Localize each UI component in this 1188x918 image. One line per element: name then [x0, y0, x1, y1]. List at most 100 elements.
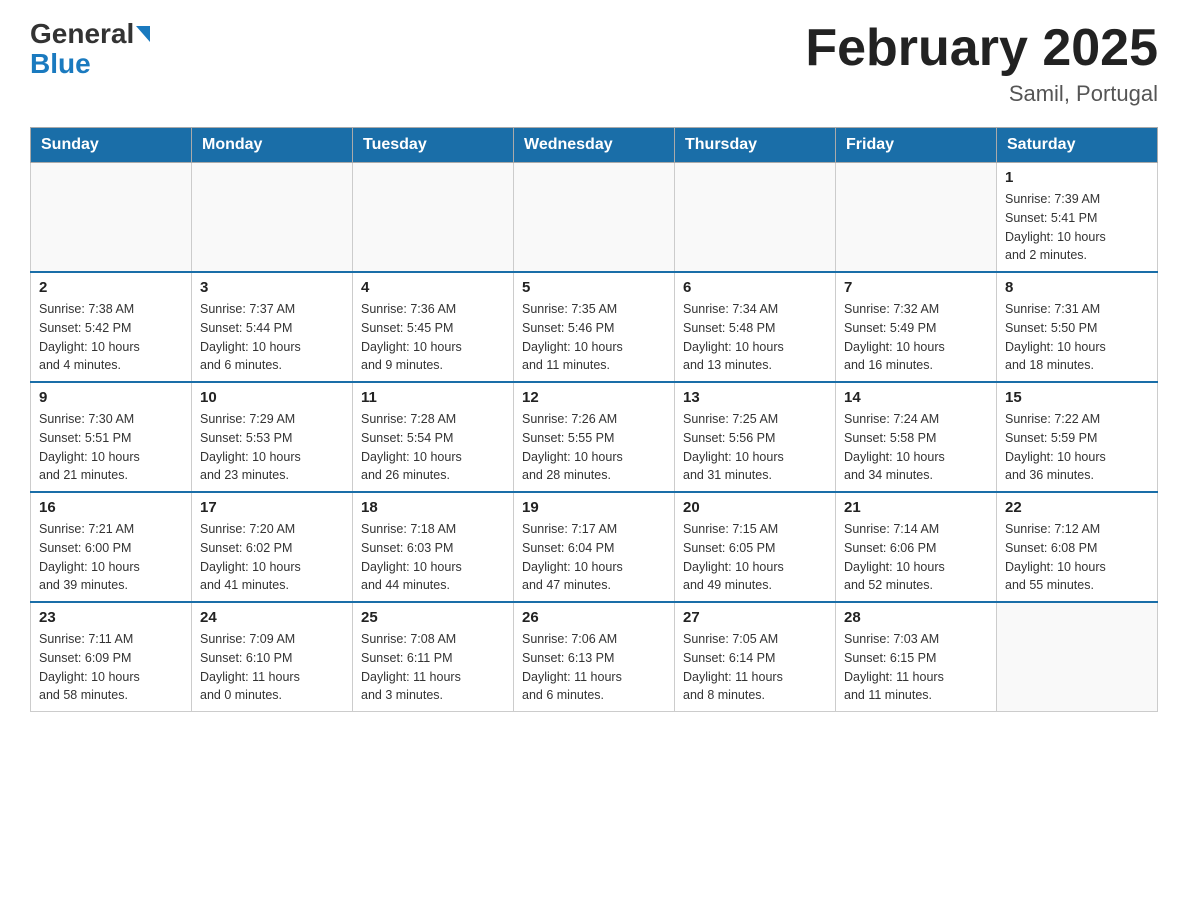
- title-block: February 2025 Samil, Portugal: [805, 20, 1158, 107]
- day-number: 26: [522, 609, 666, 626]
- day-info: Sunrise: 7:14 AMSunset: 6:06 PMDaylight:…: [844, 520, 988, 595]
- table-row: 24 Sunrise: 7:09 AMSunset: 6:10 PMDayligh…: [192, 602, 353, 712]
- calendar-week-2: 2 Sunrise: 7:38 AMSunset: 5:42 PMDaylight…: [31, 272, 1158, 382]
- table-row: 17 Sunrise: 7:20 AMSunset: 6:02 PMDayligh…: [192, 492, 353, 602]
- day-info: Sunrise: 7:34 AMSunset: 5:48 PMDaylight:…: [683, 300, 827, 375]
- day-info: Sunrise: 7:20 AMSunset: 6:02 PMDaylight:…: [200, 520, 344, 595]
- day-number: 4: [361, 279, 505, 296]
- table-row: [675, 163, 836, 273]
- table-row: 20 Sunrise: 7:15 AMSunset: 6:05 PMDayligh…: [675, 492, 836, 602]
- day-number: 12: [522, 389, 666, 406]
- table-row: 9 Sunrise: 7:30 AMSunset: 5:51 PMDaylight…: [31, 382, 192, 492]
- day-info: Sunrise: 7:37 AMSunset: 5:44 PMDaylight:…: [200, 300, 344, 375]
- day-info: Sunrise: 7:30 AMSunset: 5:51 PMDaylight:…: [39, 410, 183, 485]
- day-number: 5: [522, 279, 666, 296]
- day-number: 8: [1005, 279, 1149, 296]
- table-row: 5 Sunrise: 7:35 AMSunset: 5:46 PMDaylight…: [514, 272, 675, 382]
- table-row: 21 Sunrise: 7:14 AMSunset: 6:06 PMDayligh…: [836, 492, 997, 602]
- calendar-week-3: 9 Sunrise: 7:30 AMSunset: 5:51 PMDaylight…: [31, 382, 1158, 492]
- day-number: 17: [200, 499, 344, 516]
- day-number: 20: [683, 499, 827, 516]
- table-row: [997, 602, 1158, 712]
- calendar-header-row: Sunday Monday Tuesday Wednesday Thursday…: [31, 128, 1158, 163]
- table-row: 18 Sunrise: 7:18 AMSunset: 6:03 PMDayligh…: [353, 492, 514, 602]
- table-row: 22 Sunrise: 7:12 AMSunset: 6:08 PMDayligh…: [997, 492, 1158, 602]
- day-info: Sunrise: 7:17 AMSunset: 6:04 PMDaylight:…: [522, 520, 666, 595]
- day-number: 15: [1005, 389, 1149, 406]
- day-info: Sunrise: 7:38 AMSunset: 5:42 PMDaylight:…: [39, 300, 183, 375]
- day-number: 6: [683, 279, 827, 296]
- day-info: Sunrise: 7:05 AMSunset: 6:14 PMDaylight:…: [683, 630, 827, 705]
- day-info: Sunrise: 7:31 AMSunset: 5:50 PMDaylight:…: [1005, 300, 1149, 375]
- day-number: 22: [1005, 499, 1149, 516]
- table-row: 14Sunrise: 7:24 AMSunset: 5:58 PMDayligh…: [836, 382, 997, 492]
- table-row: 12 Sunrise: 7:26 AMSunset: 5:55 PMDayligh…: [514, 382, 675, 492]
- header-wednesday: Wednesday: [514, 128, 675, 163]
- day-number: 9: [39, 389, 183, 406]
- page-subtitle: Samil, Portugal: [805, 81, 1158, 107]
- day-info: Sunrise: 7:25 AMSunset: 5:56 PMDaylight:…: [683, 410, 827, 485]
- day-number: 11: [361, 389, 505, 406]
- calendar-week-4: 16 Sunrise: 7:21 AMSunset: 6:00 PMDayligh…: [31, 492, 1158, 602]
- table-row: 27 Sunrise: 7:05 AMSunset: 6:14 PMDayligh…: [675, 602, 836, 712]
- page-header: General Blue February 2025 Samil, Portug…: [30, 20, 1158, 107]
- day-info: Sunrise: 7:03 AMSunset: 6:15 PMDaylight:…: [844, 630, 988, 705]
- table-row: 10 Sunrise: 7:29 AMSunset: 5:53 PMDayligh…: [192, 382, 353, 492]
- day-number: 16: [39, 499, 183, 516]
- calendar-week-5: 23Sunrise: 7:11 AMSunset: 6:09 PMDayligh…: [31, 602, 1158, 712]
- table-row: 8 Sunrise: 7:31 AMSunset: 5:50 PMDaylight…: [997, 272, 1158, 382]
- day-number: 3: [200, 279, 344, 296]
- table-row: [353, 163, 514, 273]
- table-row: 2 Sunrise: 7:38 AMSunset: 5:42 PMDaylight…: [31, 272, 192, 382]
- day-number: 2: [39, 279, 183, 296]
- day-number: 27: [683, 609, 827, 626]
- day-info: Sunrise: 7:28 AMSunset: 5:54 PMDaylight:…: [361, 410, 505, 485]
- table-row: 16 Sunrise: 7:21 AMSunset: 6:00 PMDayligh…: [31, 492, 192, 602]
- table-row: [31, 163, 192, 273]
- day-info: Sunrise: 7:29 AMSunset: 5:53 PMDaylight:…: [200, 410, 344, 485]
- table-row: 23Sunrise: 7:11 AMSunset: 6:09 PMDayligh…: [31, 602, 192, 712]
- day-info: Sunrise: 7:08 AMSunset: 6:11 PMDaylight:…: [361, 630, 505, 705]
- table-row: 3 Sunrise: 7:37 AMSunset: 5:44 PMDaylight…: [192, 272, 353, 382]
- day-number: 19: [522, 499, 666, 516]
- day-info: Sunrise: 7:15 AMSunset: 6:05 PMDaylight:…: [683, 520, 827, 595]
- day-info: Sunrise: 7:18 AMSunset: 6:03 PMDaylight:…: [361, 520, 505, 595]
- table-row: 26 Sunrise: 7:06 AMSunset: 6:13 PMDayligh…: [514, 602, 675, 712]
- day-number: 10: [200, 389, 344, 406]
- table-row: [836, 163, 997, 273]
- logo-part1: General: [30, 20, 134, 48]
- table-row: 7Sunrise: 7:32 AMSunset: 5:49 PMDaylight…: [836, 272, 997, 382]
- day-number: 18: [361, 499, 505, 516]
- table-row: 4 Sunrise: 7:36 AMSunset: 5:45 PMDaylight…: [353, 272, 514, 382]
- table-row: 11 Sunrise: 7:28 AMSunset: 5:54 PMDayligh…: [353, 382, 514, 492]
- day-info: Sunrise: 7:39 AMSunset: 5:41 PMDaylight:…: [1005, 190, 1149, 265]
- table-row: 19 Sunrise: 7:17 AMSunset: 6:04 PMDayligh…: [514, 492, 675, 602]
- page-title: February 2025: [805, 20, 1158, 77]
- day-info: Sunrise: 7:35 AMSunset: 5:46 PMDaylight:…: [522, 300, 666, 375]
- header-friday: Friday: [836, 128, 997, 163]
- calendar-table: Sunday Monday Tuesday Wednesday Thursday…: [30, 127, 1158, 712]
- day-number: 24: [200, 609, 344, 626]
- day-info: Sunrise: 7:36 AMSunset: 5:45 PMDaylight:…: [361, 300, 505, 375]
- table-row: 6 Sunrise: 7:34 AMSunset: 5:48 PMDaylight…: [675, 272, 836, 382]
- table-row: 25Sunrise: 7:08 AMSunset: 6:11 PMDayligh…: [353, 602, 514, 712]
- table-row: 13 Sunrise: 7:25 AMSunset: 5:56 PMDayligh…: [675, 382, 836, 492]
- day-number: 13: [683, 389, 827, 406]
- header-thursday: Thursday: [675, 128, 836, 163]
- day-info: Sunrise: 7:12 AMSunset: 6:08 PMDaylight:…: [1005, 520, 1149, 595]
- calendar-week-1: 1 Sunrise: 7:39 AMSunset: 5:41 PMDaylight…: [31, 163, 1158, 273]
- logo-part2: Blue: [30, 48, 91, 80]
- logo: General Blue: [30, 20, 150, 80]
- day-number: 1: [1005, 169, 1149, 186]
- day-info: Sunrise: 7:21 AMSunset: 6:00 PMDaylight:…: [39, 520, 183, 595]
- logo-arrow-icon: [136, 26, 150, 42]
- day-info: Sunrise: 7:06 AMSunset: 6:13 PMDaylight:…: [522, 630, 666, 705]
- day-info: Sunrise: 7:26 AMSunset: 5:55 PMDaylight:…: [522, 410, 666, 485]
- day-number: 28: [844, 609, 988, 626]
- header-monday: Monday: [192, 128, 353, 163]
- day-number: 21: [844, 499, 988, 516]
- day-info: Sunrise: 7:09 AMSunset: 6:10 PMDaylight:…: [200, 630, 344, 705]
- day-info: Sunrise: 7:24 AMSunset: 5:58 PMDaylight:…: [844, 410, 988, 485]
- header-sunday: Sunday: [31, 128, 192, 163]
- table-row: [514, 163, 675, 273]
